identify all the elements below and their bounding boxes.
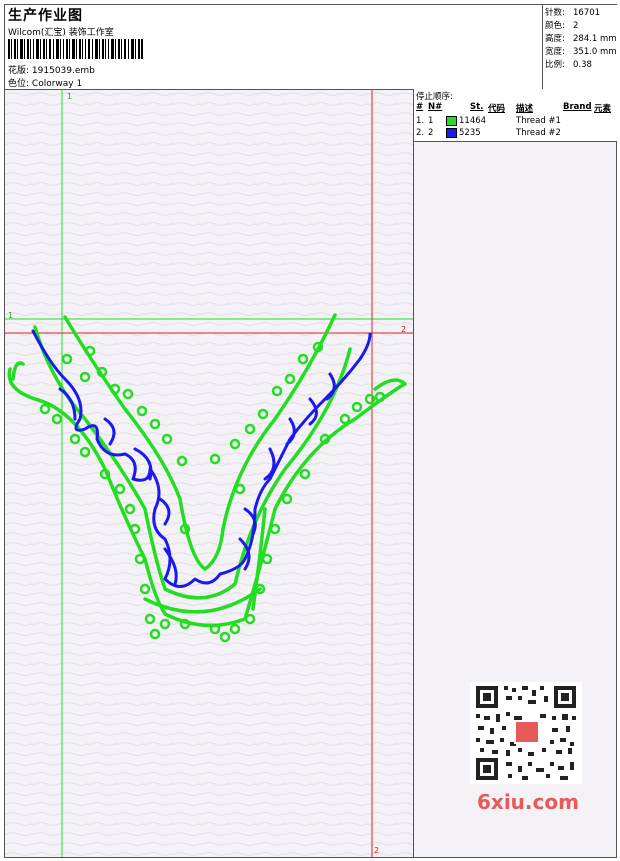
col-code: 代码: [488, 104, 506, 114]
colorway: 色位: Colorway 1: [8, 76, 82, 89]
row-number: 1: [428, 116, 434, 126]
embroidery-design: [5, 89, 413, 857]
row-desc: Thread #2: [516, 128, 561, 138]
company-name: Wilcom(汇宝) 装饰工作室: [8, 28, 114, 38]
row-code: 11464: [459, 116, 487, 126]
stat-height: 高度: 284.1 mm: [545, 34, 617, 44]
stat-colors: 颜色: 2: [545, 21, 579, 31]
header-area: 生产作业图 Wilcom(汇宝) 装饰工作室 花版: 1915039.emb 色…: [5, 5, 617, 90]
stat-stitches: 针数: 16701: [545, 8, 601, 18]
col-element: 元素: [594, 104, 612, 114]
col-index: #: [416, 102, 424, 112]
col-brand: Brand: [563, 102, 592, 112]
stop-sequence-title: 停止顺序:: [416, 92, 453, 102]
stat-width: 宽度: 351.0 mm: [545, 47, 617, 57]
col-number: N#: [428, 102, 443, 112]
row-index: 2.: [416, 128, 425, 138]
qr-code-image: [470, 682, 582, 784]
barcode: [8, 39, 143, 59]
guide-red-h-label: 2: [401, 325, 407, 334]
watermark-site: 6xiu.com: [477, 790, 579, 814]
design-canvas: 1 1 2 2: [5, 89, 413, 857]
thread-row: 1. 1 11464 Thread #1: [414, 116, 617, 128]
guide-red-v-label: 2: [374, 846, 380, 855]
stop-sequence-header: 停止顺序: # N# St. 代码 描述 Brand 元素 1. 1 11464…: [414, 89, 617, 142]
design-file: 花版: 1915039.emb: [8, 63, 95, 76]
design-value: 1915039.emb: [31, 66, 95, 76]
row-desc: Thread #1: [516, 116, 561, 126]
thread-row: 2. 2 5235 Thread #2: [414, 128, 617, 140]
stats-box: 针数: 16701 颜色: 2 高度: 284.1 mm 宽度: 351.0 mm 比例…: [542, 5, 617, 89]
stamp-seal: [516, 722, 538, 742]
design-label: 花版:: [8, 66, 30, 76]
colorway-label: 色位:: [8, 79, 30, 89]
guide-green-v-label: 1: [67, 92, 73, 101]
col-desc: 描述: [516, 104, 534, 114]
color-swatch: [446, 116, 457, 126]
guide-green-h-label: 1: [8, 311, 14, 320]
row-code: 5235: [459, 128, 481, 138]
col-st: St.: [470, 102, 484, 112]
sheet-title: 生产作业图: [8, 8, 83, 24]
colorway-value: Colorway 1: [31, 79, 83, 89]
color-swatch: [446, 128, 457, 138]
stat-scale: 比例: 0.38: [545, 60, 592, 70]
row-number: 2: [428, 128, 434, 138]
row-index: 1.: [416, 116, 425, 126]
